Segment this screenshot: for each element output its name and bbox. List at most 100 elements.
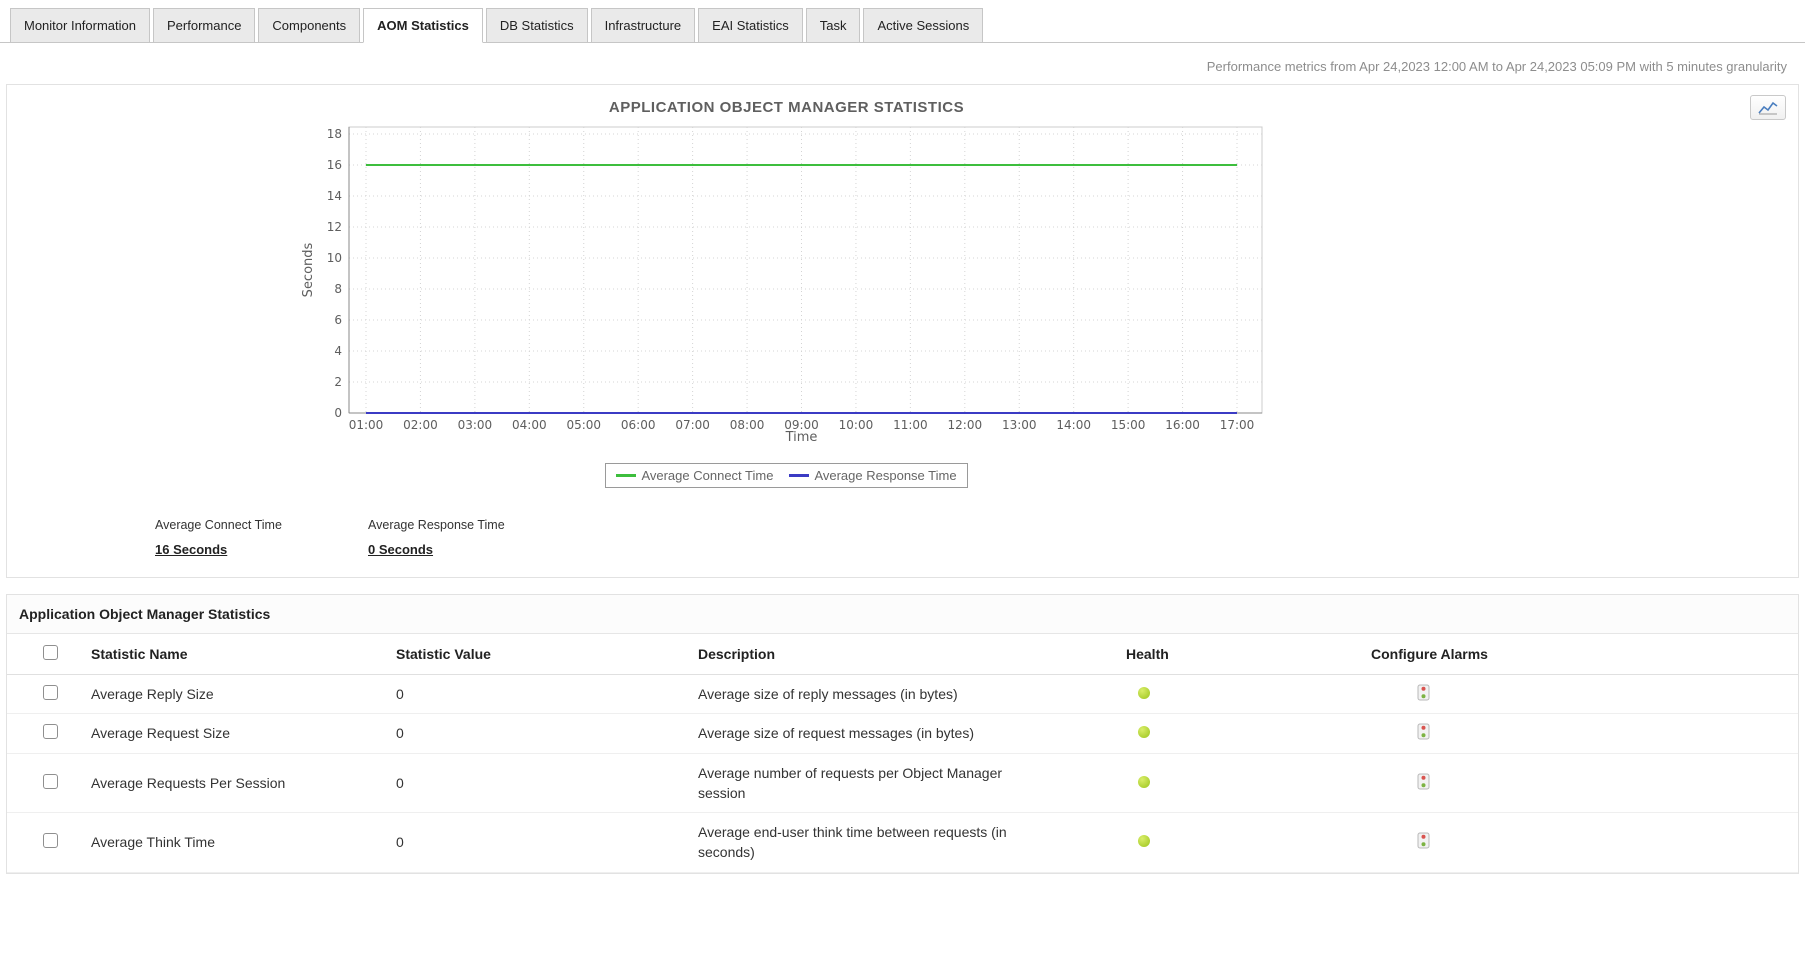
statistic-value: 0 — [396, 813, 698, 873]
svg-text:07:00: 07:00 — [675, 418, 710, 432]
health-status-icon[interactable] — [1138, 726, 1150, 738]
statistic-description: Average number of requests per Object Ma… — [698, 763, 1043, 804]
table-row-average-requests-per-session: Average Requests Per Session0Average num… — [7, 753, 1798, 813]
row-checkbox[interactable] — [43, 833, 58, 848]
tab-eai-statistics[interactable]: EAI Statistics — [698, 8, 803, 43]
svg-text:16: 16 — [327, 158, 342, 172]
svg-text:06:00: 06:00 — [621, 418, 656, 432]
tab-infrastructure[interactable]: Infrastructure — [591, 8, 696, 43]
health-status-icon[interactable] — [1138, 687, 1150, 699]
row-checkbox[interactable] — [43, 685, 58, 700]
svg-text:11:00: 11:00 — [893, 418, 928, 432]
svg-text:10:00: 10:00 — [839, 418, 874, 432]
svg-text:10: 10 — [327, 251, 342, 265]
column-header-description: Description — [698, 634, 1126, 675]
legend-item-average-connect-time: Average Connect Time — [616, 468, 773, 483]
svg-text:17:00: 17:00 — [1220, 418, 1255, 432]
statistic-name: Average Request Size — [91, 714, 396, 753]
tab-monitor-information[interactable]: Monitor Information — [10, 8, 150, 43]
svg-text:02:00: 02:00 — [403, 418, 438, 432]
column-header-statistic-value: Statistic Value — [396, 634, 698, 675]
svg-text:0: 0 — [334, 406, 342, 420]
svg-text:12: 12 — [327, 220, 342, 234]
summary-value-link[interactable]: 0 Seconds — [368, 542, 433, 557]
row-checkbox[interactable] — [43, 724, 58, 739]
statistic-description: Average size of request messages (in byt… — [698, 723, 1043, 743]
svg-text:01:00: 01:00 — [349, 418, 384, 432]
tab-task[interactable]: Task — [806, 8, 861, 43]
chart-options-button[interactable] — [1750, 95, 1786, 120]
statistic-description: Average size of reply messages (in bytes… — [698, 684, 1043, 704]
legend-label: Average Response Time — [814, 468, 956, 483]
statistic-value: 0 — [396, 675, 698, 714]
svg-text:03:00: 03:00 — [458, 418, 493, 432]
svg-text:Time: Time — [785, 430, 818, 444]
tab-db-statistics[interactable]: DB Statistics — [486, 8, 588, 43]
statistic-name: Average Requests Per Session — [91, 753, 396, 813]
chart-summary: Average Connect Time 16 Seconds Average Re… — [155, 518, 1798, 559]
tab-aom-statistics[interactable]: AOM Statistics — [363, 8, 483, 43]
statistic-value: 0 — [396, 714, 698, 753]
table-row-average-think-time: Average Think Time0Average end-user thin… — [7, 813, 1798, 873]
svg-text:14: 14 — [327, 189, 342, 203]
svg-text:13:00: 13:00 — [1002, 418, 1037, 432]
svg-text:14:00: 14:00 — [1056, 418, 1091, 432]
svg-text:8: 8 — [334, 282, 342, 296]
configure-alarm-button[interactable] — [1417, 723, 1430, 740]
statistic-name: Average Reply Size — [91, 675, 396, 714]
configure-alarm-button[interactable] — [1417, 832, 1430, 849]
svg-text:05:00: 05:00 — [566, 418, 601, 432]
summary-value-link[interactable]: 16 Seconds — [155, 542, 227, 557]
table-title: Application Object Manager Statistics — [7, 595, 1798, 634]
statistic-description: Average end-user think time between requ… — [698, 822, 1043, 863]
health-status-icon[interactable] — [1138, 835, 1150, 847]
tab-bar: Monitor InformationPerformanceComponents… — [0, 0, 1805, 43]
legend-line-swatch — [789, 474, 809, 477]
svg-text:4: 4 — [334, 344, 342, 358]
svg-text:18: 18 — [327, 127, 342, 141]
health-status-icon[interactable] — [1138, 776, 1150, 788]
statistic-value: 0 — [396, 753, 698, 813]
tab-performance[interactable]: Performance — [153, 8, 255, 43]
chart-panel: APPLICATION OBJECT MANAGER STATISTICS 02… — [6, 84, 1799, 578]
column-header-configure-alarms: Configure Alarms — [1371, 634, 1798, 675]
legend-item-average-response-time: Average Response Time — [789, 468, 956, 483]
svg-text:6: 6 — [334, 313, 342, 327]
chart-legend-box: Average Connect Time Average Response Tim… — [605, 463, 967, 488]
tab-components[interactable]: Components — [258, 8, 360, 43]
row-checkbox[interactable] — [43, 774, 58, 789]
column-header-statistic-name: Statistic Name — [91, 634, 396, 675]
table-header-row: Statistic NameStatistic ValueDescription… — [7, 634, 1798, 675]
legend-line-swatch — [616, 474, 636, 477]
chart-icon — [1758, 101, 1778, 115]
table-row-average-reply-size: Average Reply Size0Average size of reply… — [7, 675, 1798, 714]
table-row-average-request-size: Average Request Size0Average size of req… — [7, 714, 1798, 753]
svg-text:15:00: 15:00 — [1111, 418, 1146, 432]
svg-text:08:00: 08:00 — [730, 418, 765, 432]
tab-active-sessions[interactable]: Active Sessions — [863, 8, 983, 43]
configure-alarm-button[interactable] — [1417, 773, 1430, 790]
chart-legend: Average Connect Time Average Response Tim… — [299, 463, 1274, 488]
svg-text:Seconds: Seconds — [301, 242, 316, 297]
column-header-health: Health — [1126, 634, 1371, 675]
svg-text:16:00: 16:00 — [1165, 418, 1200, 432]
chart-title: APPLICATION OBJECT MANAGER STATISTICS — [299, 99, 1274, 116]
svg-text:2: 2 — [334, 375, 342, 389]
svg-text:12:00: 12:00 — [948, 418, 983, 432]
traffic-light-icon — [1417, 684, 1430, 701]
summary-average-connect-time: Average Connect Time 16 Seconds — [155, 518, 368, 559]
legend-label: Average Connect Time — [641, 468, 773, 483]
summary-label: Average Response Time — [368, 518, 581, 532]
aom-statistics-chart: 0 2 4 6 8 10 12 14 16 18 01:00 02:00 03:00 04:00 05:00… — [299, 122, 1274, 444]
traffic-light-icon — [1417, 832, 1430, 849]
traffic-light-icon — [1417, 773, 1430, 790]
configure-alarm-button[interactable] — [1417, 684, 1430, 701]
select-all-checkbox[interactable] — [43, 645, 58, 660]
summary-average-response-time: Average Response Time 0 Seconds — [368, 518, 581, 559]
table-body: Average Reply Size0Average size of reply… — [7, 675, 1798, 873]
summary-label: Average Connect Time — [155, 518, 368, 532]
chart-area: APPLICATION OBJECT MANAGER STATISTICS 02… — [299, 99, 1274, 488]
svg-text:04:00: 04:00 — [512, 418, 547, 432]
aom-statistics-table: Statistic NameStatistic ValueDescription… — [7, 634, 1798, 873]
table-panel: Application Object Manager Statistics St… — [6, 594, 1799, 874]
